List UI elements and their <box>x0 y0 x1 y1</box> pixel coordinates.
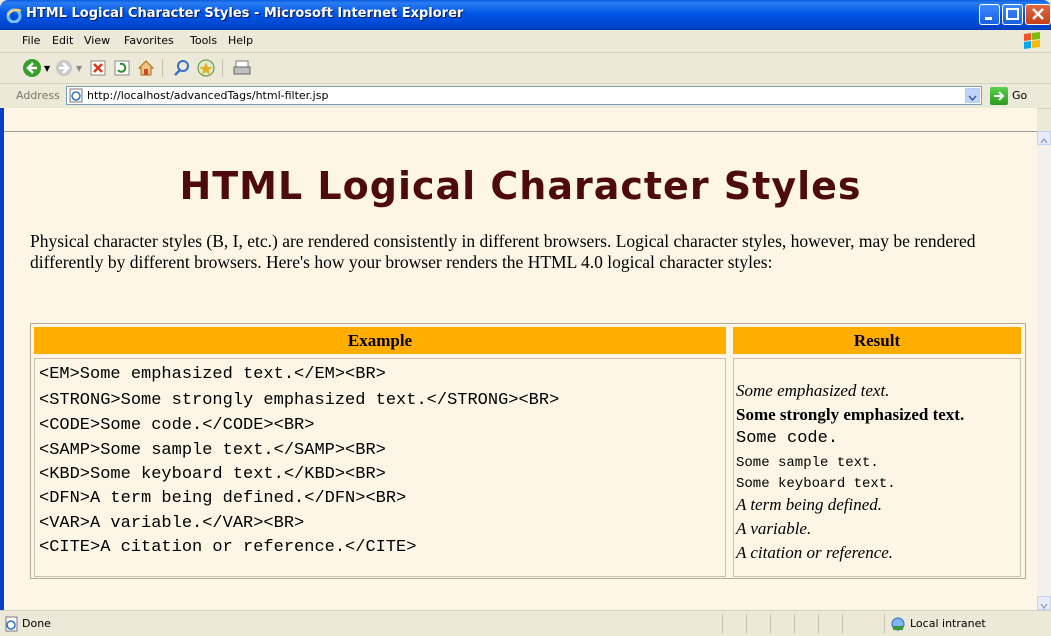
browser-window: HTML Logical Character Styles - Microsof… <box>0 0 1051 636</box>
forward-icon[interactable] <box>54 58 74 78</box>
address-label: Address <box>16 89 60 102</box>
minimize-icon <box>985 17 992 20</box>
page-done-icon <box>5 616 18 632</box>
chevron-down-icon <box>968 95 977 102</box>
address-bar: Address http://localhost/advancedTags/ht… <box>0 84 1051 109</box>
search-icon[interactable] <box>172 58 192 78</box>
result-var: A variable. <box>736 519 812 538</box>
minimize-button[interactable] <box>979 4 1000 25</box>
result-dfn: A term being defined. <box>736 495 883 514</box>
back-icon[interactable] <box>22 58 42 78</box>
go-button[interactable] <box>990 87 1008 105</box>
ie-icon <box>6 8 22 23</box>
close-button[interactable] <box>1025 4 1051 25</box>
menu-file[interactable]: File <box>22 34 40 47</box>
local-intranet-icon <box>891 617 905 631</box>
address-dropdown-button[interactable] <box>965 88 980 103</box>
go-arrow-icon <box>994 91 1005 101</box>
status-divider <box>884 614 885 633</box>
result-em: Some emphasized text. <box>736 381 890 400</box>
close-icon <box>1032 8 1044 20</box>
maximize-button[interactable] <box>1002 4 1023 25</box>
result-code: Some code. <box>736 429 839 448</box>
menu-help[interactable]: Help <box>228 34 253 47</box>
status-text: Done <box>22 617 51 630</box>
status-divider <box>794 614 795 633</box>
status-bar: Done Local intranet <box>0 610 1051 636</box>
status-divider <box>818 614 819 633</box>
maximize-icon <box>1006 8 1019 20</box>
example-line-var: <VAR>A variable.</VAR><BR> <box>39 514 305 533</box>
result-kbd: Some keyboard text. <box>736 476 896 492</box>
intro-paragraph: Physical character styles (B, I, etc.) a… <box>30 231 976 272</box>
home-icon[interactable] <box>136 58 156 78</box>
example-line-cite: <CITE>A citation or reference.</CITE> <box>39 538 417 557</box>
chevron-up-icon <box>1040 137 1048 144</box>
stop-icon[interactable] <box>88 58 108 78</box>
favorites-icon[interactable] <box>196 58 216 78</box>
example-line-dfn: <DFN>A term being defined.</DFN><BR> <box>39 489 407 508</box>
result-samp: Some sample text. <box>736 455 879 471</box>
menu-edit[interactable]: Edit <box>52 34 73 47</box>
print-icon[interactable] <box>232 58 252 78</box>
scroll-down-button[interactable] <box>1037 596 1051 610</box>
window-title: HTML Logical Character Styles - Microsof… <box>26 6 464 21</box>
address-url[interactable]: http://localhost/advancedTags/html-filte… <box>87 89 328 102</box>
address-input[interactable]: http://localhost/advancedTags/html-filte… <box>66 86 982 105</box>
status-divider <box>722 614 723 633</box>
example-line-code: <CODE>Some code.</CODE><BR> <box>39 416 315 435</box>
example-line-em: <EM>Some emphasized text.</EM><BR> <box>39 365 386 384</box>
status-divider <box>842 614 843 633</box>
header-result: Result <box>733 327 1021 354</box>
title-bar[interactable]: HTML Logical Character Styles - Microsof… <box>0 0 1051 30</box>
content-top-area <box>4 108 1037 131</box>
menu-tools[interactable]: Tools <box>190 34 217 47</box>
status-divider <box>770 614 771 633</box>
status-divider <box>746 614 747 633</box>
go-label[interactable]: Go <box>1012 89 1027 102</box>
example-cell: <EM>Some emphasized text.</EM><BR> <STRO… <box>34 358 726 577</box>
windows-logo-icon <box>1024 32 1040 49</box>
vertical-scrollbar[interactable] <box>1037 131 1051 610</box>
header-example: Example <box>34 327 726 354</box>
refresh-icon[interactable] <box>112 58 132 78</box>
zone-text: Local intranet <box>910 617 986 630</box>
menu-favorites[interactable]: Favorites <box>124 34 174 47</box>
page-content: HTML Logical Character Styles Physical c… <box>4 131 1037 611</box>
example-line-strong: <STRONG>Some strongly emphasized text.</… <box>39 391 560 410</box>
result-cell: Some emphasized text. Some strongly emph… <box>733 358 1021 577</box>
example-line-kbd: <KBD>Some keyboard text.</KBD><BR> <box>39 465 386 484</box>
page-icon <box>69 88 83 103</box>
styles-table: Example Result <EM>Some emphasized text.… <box>30 323 1026 579</box>
result-strong: Some strongly emphasized text. <box>736 405 965 424</box>
example-line-samp: <SAMP>Some sample text.</SAMP><BR> <box>39 441 386 460</box>
scroll-up-button[interactable] <box>1037 131 1051 145</box>
toolbar-separator <box>222 59 223 77</box>
toolbar-separator <box>162 59 163 77</box>
result-cite: A citation or reference. <box>736 543 894 562</box>
menu-bar: File Edit View Favorites Tools Help <box>0 30 1051 53</box>
toolbar: ▼ ▼ <box>0 53 1051 84</box>
page-title: HTML Logical Character Styles <box>179 164 862 208</box>
menu-view[interactable]: View <box>84 34 110 47</box>
